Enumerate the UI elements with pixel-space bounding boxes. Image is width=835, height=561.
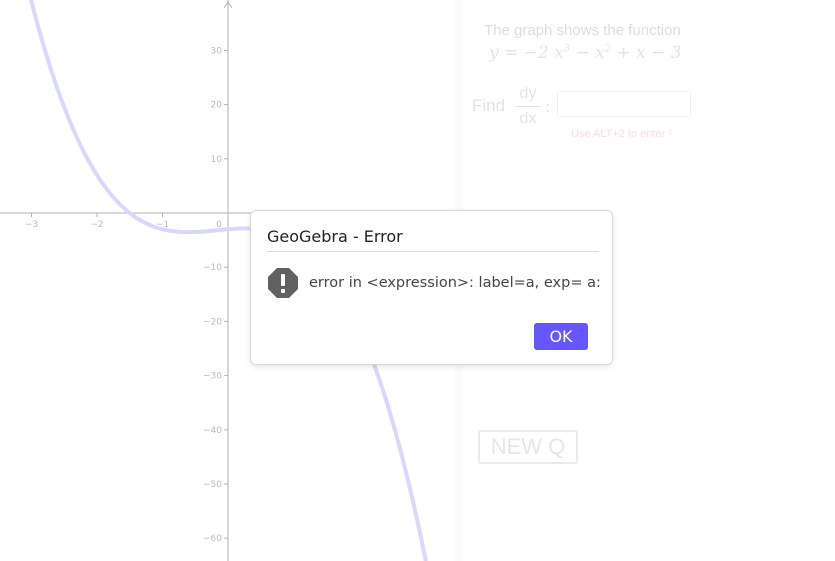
error-dialog: GeoGebra - Error error in <expression>: … (250, 210, 613, 365)
y-tick-label: −60 (203, 534, 222, 544)
dialog-title: GeoGebra - Error (267, 227, 403, 246)
y-tick-label: −30 (203, 372, 222, 382)
y-tick-group: 30 20 10 −10 −20 −30 −40 −50 −60 (203, 46, 228, 544)
fraction-denominator: dx (519, 110, 537, 127)
x-tick-label: −3 (25, 220, 38, 230)
error-icon (268, 268, 298, 298)
fraction-numerator: dy (519, 85, 537, 102)
question-caption: The graph shows the function (484, 22, 681, 39)
colon: : (545, 97, 551, 116)
y-tick-label: 20 (211, 101, 223, 111)
find-label: Find (472, 96, 506, 115)
dialog-separator (267, 251, 599, 252)
y-tick-label: −20 (203, 317, 222, 327)
y-tick-label: 30 (211, 46, 223, 56)
y-tick-label: −40 (203, 426, 222, 436)
new-question-button[interactable]: NEW Q (478, 430, 578, 464)
error-message: error in <expression>: label=a, exp= a: (309, 275, 601, 291)
x-tick-label: −2 (90, 220, 103, 230)
derivative-fraction: dy dx (516, 84, 540, 129)
y-tick-label: 10 (211, 155, 223, 165)
y-tick-label: −10 (203, 263, 222, 273)
function-formula: y = −2 x3 − x2 + x − 3 (489, 43, 682, 63)
answer-input[interactable] (557, 91, 691, 117)
ok-button[interactable]: OK (534, 323, 588, 350)
x-tick-group: −3 −2 −1 0 (25, 213, 222, 230)
fraction-bar (516, 106, 540, 107)
y-tick-label: −50 (203, 480, 222, 490)
input-hint: Use ALT+2 to enter ² (571, 128, 672, 140)
